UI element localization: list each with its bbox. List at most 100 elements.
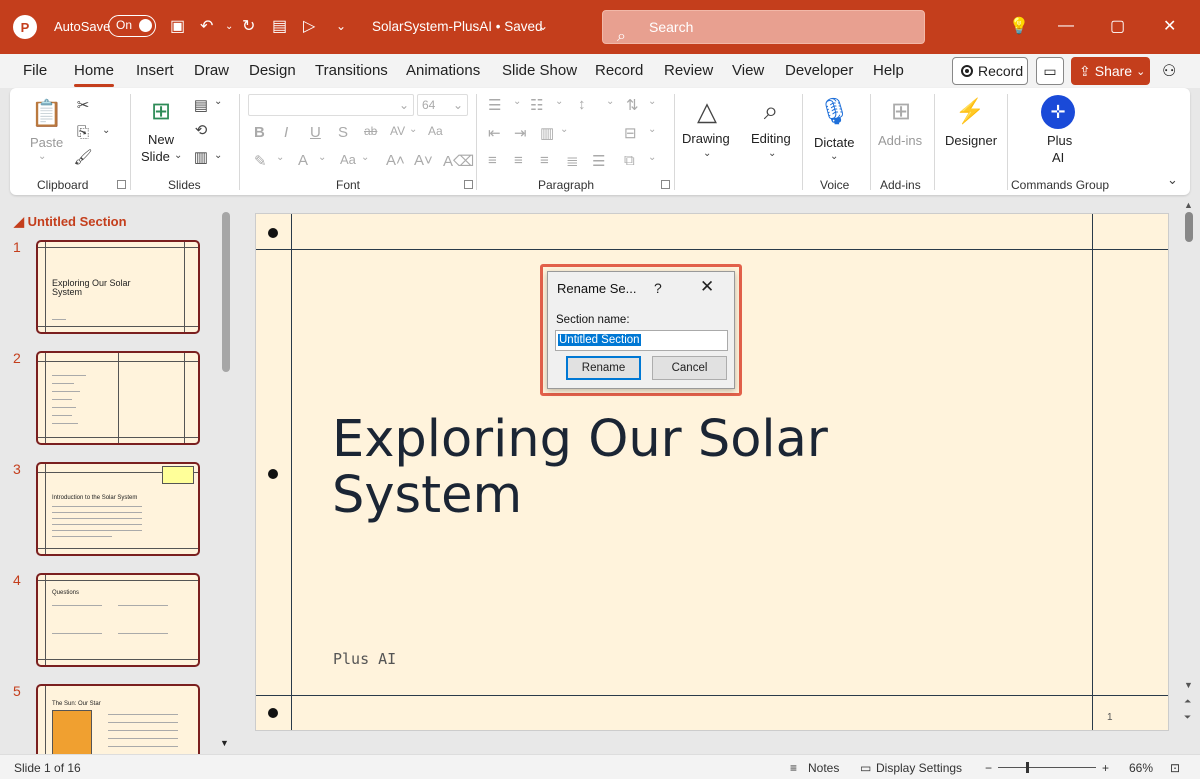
align-left-icon[interactable]: ≡: [488, 152, 497, 169]
autosave-toggle[interactable]: On: [108, 15, 156, 37]
redo-icon[interactable]: ↻: [242, 14, 255, 38]
drawing-label[interactable]: Drawing: [682, 131, 730, 146]
tab-animations[interactable]: Animations: [406, 62, 480, 79]
search-box[interactable]: ⌕ Search: [602, 10, 925, 45]
microphone-icon[interactable]: 🎙: [818, 94, 851, 128]
clipboard-launcher-icon[interactable]: [117, 180, 126, 189]
aa-chevron-down-icon[interactable]: ⌄: [361, 152, 369, 163]
font-size-aa-icon[interactable]: Aa: [340, 152, 356, 167]
minimize-icon[interactable]: —: [1058, 14, 1074, 38]
plus-ai-label-2[interactable]: AI: [1052, 150, 1064, 165]
slide-thumbnail-4[interactable]: Questions: [36, 573, 200, 667]
new-slide-icon[interactable]: ⊞: [144, 94, 178, 128]
line-spacing-icon[interactable]: ↕: [578, 96, 586, 113]
rename-button[interactable]: Rename: [566, 356, 641, 380]
tab-view[interactable]: View: [732, 62, 764, 79]
zoom-level[interactable]: 66%: [1129, 761, 1153, 775]
slideshow-icon[interactable]: ▷: [303, 14, 315, 38]
tab-review[interactable]: Review: [664, 62, 713, 79]
fit-to-window-icon[interactable]: ⊡: [1170, 761, 1180, 775]
coaching-icon[interactable]: ⚇: [1162, 61, 1176, 81]
align-text-chevron-down-icon[interactable]: ⌄: [648, 124, 656, 135]
tab-draw[interactable]: Draw: [194, 62, 229, 79]
layout-icon[interactable]: ▤: [192, 96, 210, 114]
tab-design[interactable]: Design: [249, 62, 296, 79]
help-icon[interactable]: ?: [654, 280, 662, 296]
slide-title[interactable]: Exploring Our Solar System: [332, 412, 932, 524]
designer-label[interactable]: Designer: [945, 133, 997, 148]
justify-icon[interactable]: ≣: [566, 152, 579, 170]
close-icon[interactable]: ✕: [1163, 14, 1176, 38]
dictate-label[interactable]: Dictate: [814, 135, 854, 150]
slide-thumbnail-5[interactable]: The Sun: Our Star: [36, 684, 200, 754]
document-title[interactable]: SolarSystem-PlusAI • Saved: [372, 19, 543, 34]
layout-chevron-down-icon[interactable]: ⌄: [214, 96, 222, 107]
cut-icon[interactable]: ✂: [74, 96, 92, 114]
display-settings-icon[interactable]: ▭: [860, 761, 871, 775]
addins-button-label[interactable]: Add-ins: [878, 133, 922, 148]
highlight-chevron-down-icon[interactable]: ⌄: [276, 152, 284, 163]
paragraph-launcher-icon[interactable]: [661, 180, 670, 189]
save-icon[interactable]: ▣: [170, 14, 185, 38]
next-slide-icon[interactable]: ⏷: [1184, 712, 1191, 723]
bullets-icon[interactable]: ☰: [488, 96, 501, 114]
align-center-icon[interactable]: ≡: [514, 152, 523, 169]
title-chevron-down-icon[interactable]: ⌄: [538, 14, 548, 38]
font-launcher-icon[interactable]: [464, 180, 473, 189]
lightbulb-icon[interactable]: 💡: [1009, 14, 1029, 38]
section-header[interactable]: ◢ Untitled Section: [14, 214, 127, 230]
decrease-indent-icon[interactable]: ⇤: [488, 124, 501, 142]
tab-file[interactable]: File: [23, 62, 47, 79]
display-settings-label[interactable]: Display Settings: [876, 761, 962, 775]
slide-subtitle[interactable]: Plus AI: [333, 650, 396, 668]
undo-icon[interactable]: ↶: [200, 14, 213, 38]
drawing-chevron-down-icon[interactable]: ⌄: [703, 148, 711, 159]
clear-formatting-icon[interactable]: A⌫: [443, 152, 474, 170]
text-direction-chevron-down-icon[interactable]: ⌄: [648, 96, 656, 107]
spacing-chevron-down-icon[interactable]: ⌄: [409, 124, 417, 135]
collapse-ribbon-chevron-down-icon[interactable]: ⌄: [1167, 172, 1178, 188]
scroll-up-icon[interactable]: ▲: [1184, 200, 1193, 210]
dictate-chevron-down-icon[interactable]: ⌄: [830, 151, 838, 162]
designer-icon[interactable]: ⚡: [953, 94, 987, 128]
plus-ai-icon[interactable]: ✛: [1041, 95, 1075, 129]
smartart-icon[interactable]: ⧉: [624, 152, 635, 169]
slide-thumbnail-1[interactable]: Exploring Our Solar System: [36, 240, 200, 334]
change-case-icon[interactable]: Aa: [428, 124, 443, 138]
zoom-in-icon[interactable]: +: [1102, 761, 1109, 775]
increase-indent-icon[interactable]: ⇥: [514, 124, 527, 142]
decrease-font-icon[interactable]: A˅: [414, 152, 433, 169]
align-text-icon[interactable]: ⊟: [624, 124, 637, 142]
columns-icon[interactable]: ▥: [540, 124, 554, 142]
distribute-icon[interactable]: ☰: [592, 152, 605, 170]
notes-icon[interactable]: ≡: [790, 761, 797, 775]
italic-icon[interactable]: I: [284, 124, 288, 141]
align-right-icon[interactable]: ≡: [540, 152, 549, 169]
character-spacing-icon[interactable]: AV: [390, 124, 405, 138]
prev-slide-icon[interactable]: ⏶: [1184, 696, 1191, 707]
smartart-chevron-down-icon[interactable]: ⌄: [648, 152, 656, 163]
columns-chevron-down-icon[interactable]: ⌄: [560, 124, 568, 135]
section-icon[interactable]: ▥: [192, 148, 210, 166]
customize-toolbar-icon[interactable]: ⌄: [336, 14, 346, 38]
copy-icon[interactable]: ⎘: [74, 123, 92, 141]
editing-search-icon[interactable]: ⌕: [755, 94, 787, 128]
copy-chevron-down-icon[interactable]: ⌄: [102, 125, 110, 136]
highlight-icon[interactable]: ✎: [254, 152, 267, 170]
notes-label[interactable]: Notes: [808, 761, 839, 775]
line-spacing-chevron-down-icon[interactable]: ⌄: [606, 96, 614, 107]
drawing-icon[interactable]: △: [691, 94, 723, 128]
plus-ai-label-1[interactable]: Plus: [1047, 133, 1072, 148]
font-color-icon[interactable]: A: [298, 152, 308, 169]
text-direction-icon[interactable]: ⇅: [626, 96, 639, 114]
scroll-down-icon[interactable]: ▼: [1184, 680, 1193, 690]
panel-scrollbar[interactable]: [222, 212, 230, 372]
tab-transitions[interactable]: Transitions: [315, 62, 388, 79]
record-button[interactable]: Record: [952, 57, 1028, 85]
paste-chevron-down-icon[interactable]: ⌄: [38, 151, 46, 162]
reset-icon[interactable]: ⟲: [192, 121, 210, 139]
tab-developer[interactable]: Developer: [785, 62, 853, 79]
bullets-chevron-down-icon[interactable]: ⌄: [513, 96, 521, 107]
dialog-close-icon[interactable]: ✕: [700, 277, 714, 297]
font-name-combo[interactable]: ⌄: [248, 94, 414, 116]
